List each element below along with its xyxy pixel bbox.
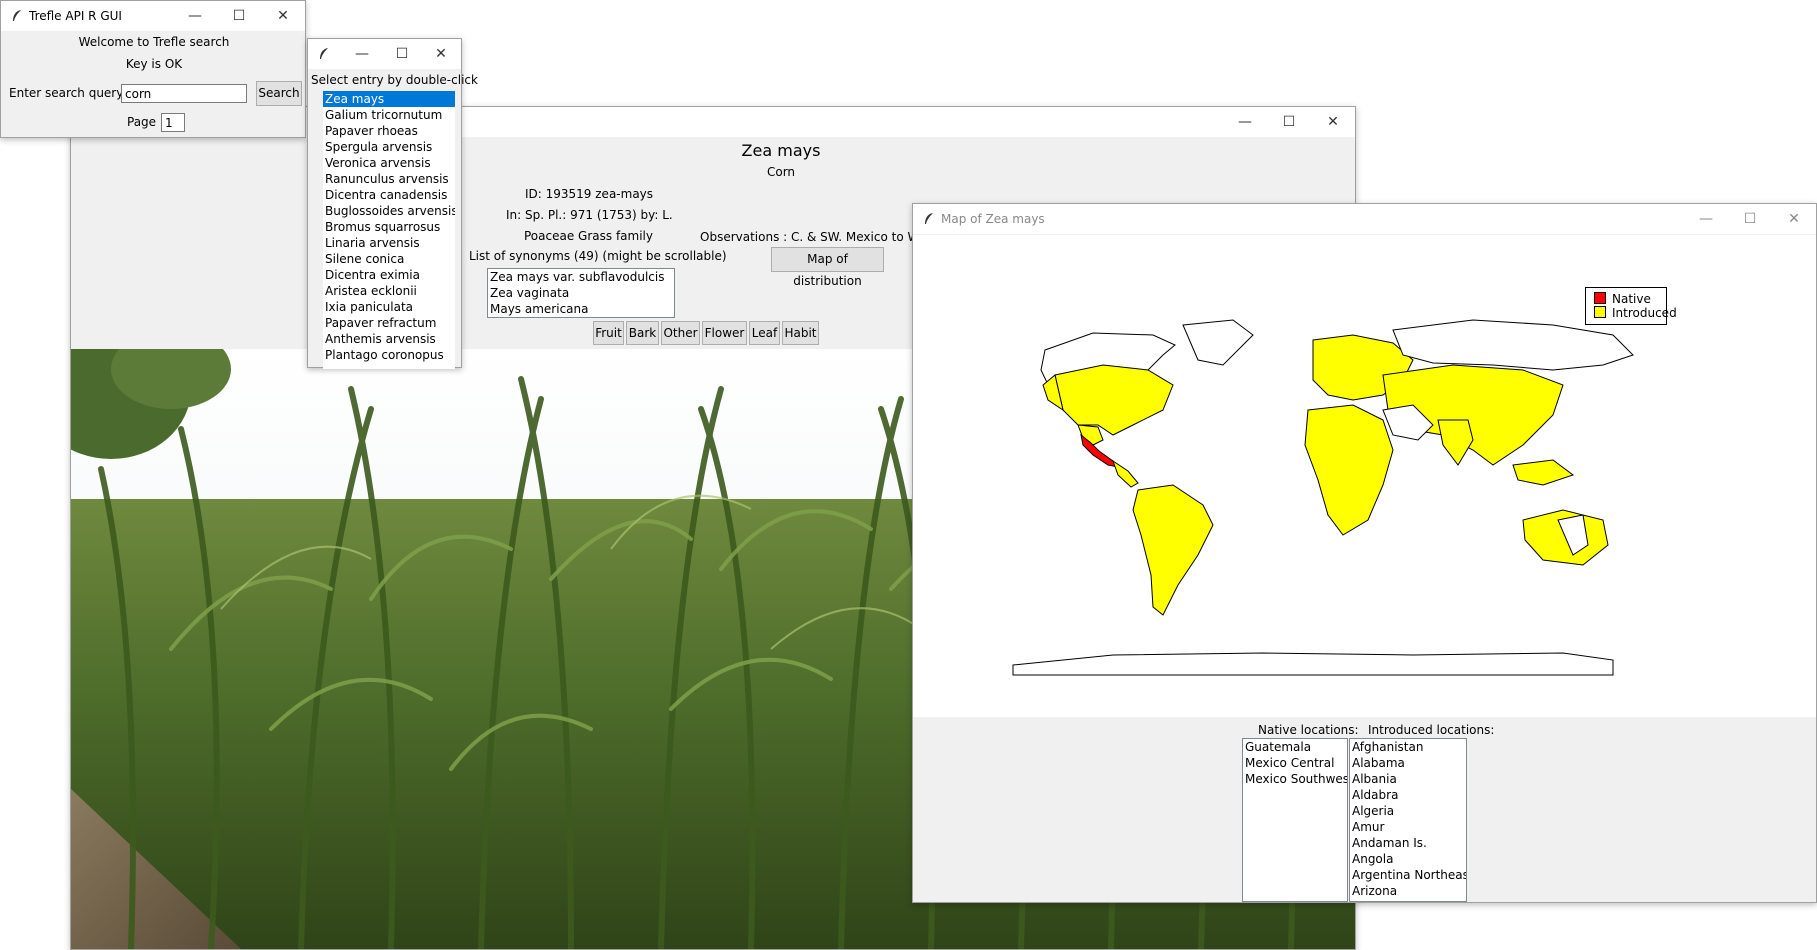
legend-label: Introduced <box>1612 306 1677 320</box>
result-item[interactable]: Aristea ecklonii <box>323 283 455 299</box>
synonym-item[interactable]: Zea mays var. subflavodulcis <box>488 269 674 285</box>
flower-button[interactable]: Flower <box>702 321 747 345</box>
result-item[interactable]: Buglossoides arvensis <box>323 203 455 219</box>
introduced-location-item[interactable]: Argentina Northeast <box>1350 867 1466 883</box>
results-window: — ☐ ✕ Select entry by double-click Zea m… <box>307 38 478 369</box>
introduced-location-item[interactable]: Angola <box>1350 851 1466 867</box>
query-label: Enter search query: <box>9 86 127 100</box>
legend-swatch <box>1594 292 1606 304</box>
minimize-icon[interactable]: — <box>349 39 375 69</box>
synonyms-listbox[interactable]: Zea mays var. subflavodulcis Zea vaginat… <box>487 268 675 318</box>
minimize-icon[interactable]: — <box>173 1 217 31</box>
introduced-location-item[interactable]: Algeria <box>1350 803 1466 819</box>
maximize-icon[interactable]: ☐ <box>1728 204 1772 234</box>
result-item[interactable]: Dicentra eximia <box>323 267 455 283</box>
feather-icon <box>320 48 328 59</box>
world-map <box>1012 319 1634 676</box>
key-status: Key is OK <box>125 57 183 71</box>
page-label: Page : <box>127 115 164 129</box>
result-item[interactable]: Spergula arvensis <box>323 139 455 155</box>
feather-icon <box>925 213 933 224</box>
introduced-location-item[interactable]: Albania <box>1350 771 1466 787</box>
result-item[interactable]: Veronica arvensis <box>323 155 455 171</box>
introduced-locations-label: Introduced locations: <box>1368 723 1495 737</box>
close-icon[interactable]: ✕ <box>1311 107 1355 137</box>
distribution-map <box>913 235 1816 717</box>
leaf-button[interactable]: Leaf <box>749 321 780 345</box>
introduced-location-item[interactable]: Aldabra <box>1350 787 1466 803</box>
other-button[interactable]: Other <box>661 321 700 345</box>
maximize-icon[interactable]: ☐ <box>217 1 261 31</box>
search-window: Trefle API R GUI — ☐ ✕ Welcome to Trefle… <box>0 0 306 138</box>
close-icon[interactable]: ✕ <box>1772 204 1816 234</box>
legend-introduced: Introduced <box>1594 306 1677 320</box>
result-item[interactable]: Ixia paniculata <box>323 299 455 315</box>
result-item[interactable]: Plantago coronopus <box>323 347 455 363</box>
publication-line: In: Sp. Pl.: 971 (1753) by: L. <box>506 208 673 222</box>
results-titlebar: — ☐ ✕ <box>308 39 461 69</box>
result-item[interactable]: Galium tricornutum <box>323 107 455 123</box>
observations-text: Observations : C. & SW. Mexico to W. Gu <box>700 230 943 244</box>
result-item[interactable]: Anthemis arvensis <box>323 331 455 347</box>
minimize-icon[interactable]: — <box>1223 107 1267 137</box>
close-icon[interactable]: ✕ <box>261 1 305 31</box>
introduced-locations-listbox[interactable]: Afghanistan Alabama Albania Aldabra Algeria A… <box>1349 738 1467 902</box>
minimize-icon[interactable]: — <box>1684 204 1728 234</box>
map-legend: Native Introduced <box>1585 287 1677 325</box>
synonym-item[interactable]: Mays americana <box>488 301 674 317</box>
native-locations-label: Native locations: <box>1258 723 1359 737</box>
native-location-item[interactable]: Mexico Southwest <box>1243 771 1347 787</box>
result-item[interactable]: Silene conica <box>323 251 455 267</box>
habit-button[interactable]: Habit <box>782 321 819 345</box>
maximize-icon[interactable]: ☐ <box>387 39 417 69</box>
window-title: Map of Zea mays <box>941 212 1045 226</box>
result-item[interactable]: Ranunculus arvensis <box>323 171 455 187</box>
result-item[interactable]: Papaver refractum <box>323 315 455 331</box>
result-item[interactable]: Zea mays <box>323 91 455 107</box>
window-title: Trefle API R GUI <box>29 9 122 23</box>
legend-label: Native <box>1612 292 1651 306</box>
legend-swatch <box>1594 306 1606 318</box>
result-item[interactable]: Dicentra canadensis <box>323 187 455 203</box>
search-titlebar: Trefle API R GUI — ☐ ✕ <box>1 1 305 31</box>
maximize-icon[interactable]: ☐ <box>1267 107 1311 137</box>
common-name: Corn <box>766 165 796 179</box>
result-item[interactable]: Bromus squarrosus <box>323 219 455 235</box>
select-instruction: Select entry by double-click <box>311 73 478 87</box>
result-item[interactable]: Papaver rhoeas <box>323 123 455 139</box>
map-of-distribution-button[interactable]: Map of distribution <box>771 247 884 288</box>
result-item[interactable]: Linaria arvensis <box>323 235 455 251</box>
native-locations-listbox[interactable]: Guatemala Mexico Central Mexico Southwest <box>1242 738 1348 902</box>
native-location-item[interactable]: Guatemala <box>1243 739 1347 755</box>
close-icon[interactable]: ✕ <box>421 39 461 69</box>
fruit-button[interactable]: Fruit <box>593 321 624 345</box>
map-titlebar: Map of Zea mays — ☐ ✕ <box>913 204 1816 234</box>
synonym-item[interactable]: Zea vaginata <box>488 285 674 301</box>
native-location-item[interactable]: Mexico Central <box>1243 755 1347 771</box>
introduced-location-item[interactable]: Amur <box>1350 819 1466 835</box>
page-input[interactable] <box>161 113 185 132</box>
introduced-location-item[interactable]: Andaman Is. <box>1350 835 1466 851</box>
welcome-text: Welcome to Trefle search <box>78 35 230 49</box>
map-window: Map of Zea mays — ☐ ✕ Native Introduced … <box>912 203 1817 903</box>
search-button[interactable]: Search <box>256 81 302 106</box>
legend-native: Native <box>1594 292 1651 306</box>
introduced-location-item[interactable]: Arizona <box>1350 883 1466 899</box>
synonyms-label: List of synonyms (49) (might be scrollab… <box>469 249 727 263</box>
search-query-input[interactable] <box>121 84 247 103</box>
id-line: ID: 193519 zea-mays <box>525 187 654 201</box>
bark-button[interactable]: Bark <box>626 321 659 345</box>
introduced-location-item[interactable]: Afghanistan <box>1350 739 1466 755</box>
species-title: Zea mays <box>741 141 821 160</box>
feather-icon <box>13 10 21 21</box>
results-listbox[interactable]: Zea mays Galium tricornutum Papaver rhoeas… <box>323 91 455 369</box>
introduced-location-item[interactable]: Alabama <box>1350 755 1466 771</box>
family-line: Poaceae Grass family <box>524 229 653 243</box>
